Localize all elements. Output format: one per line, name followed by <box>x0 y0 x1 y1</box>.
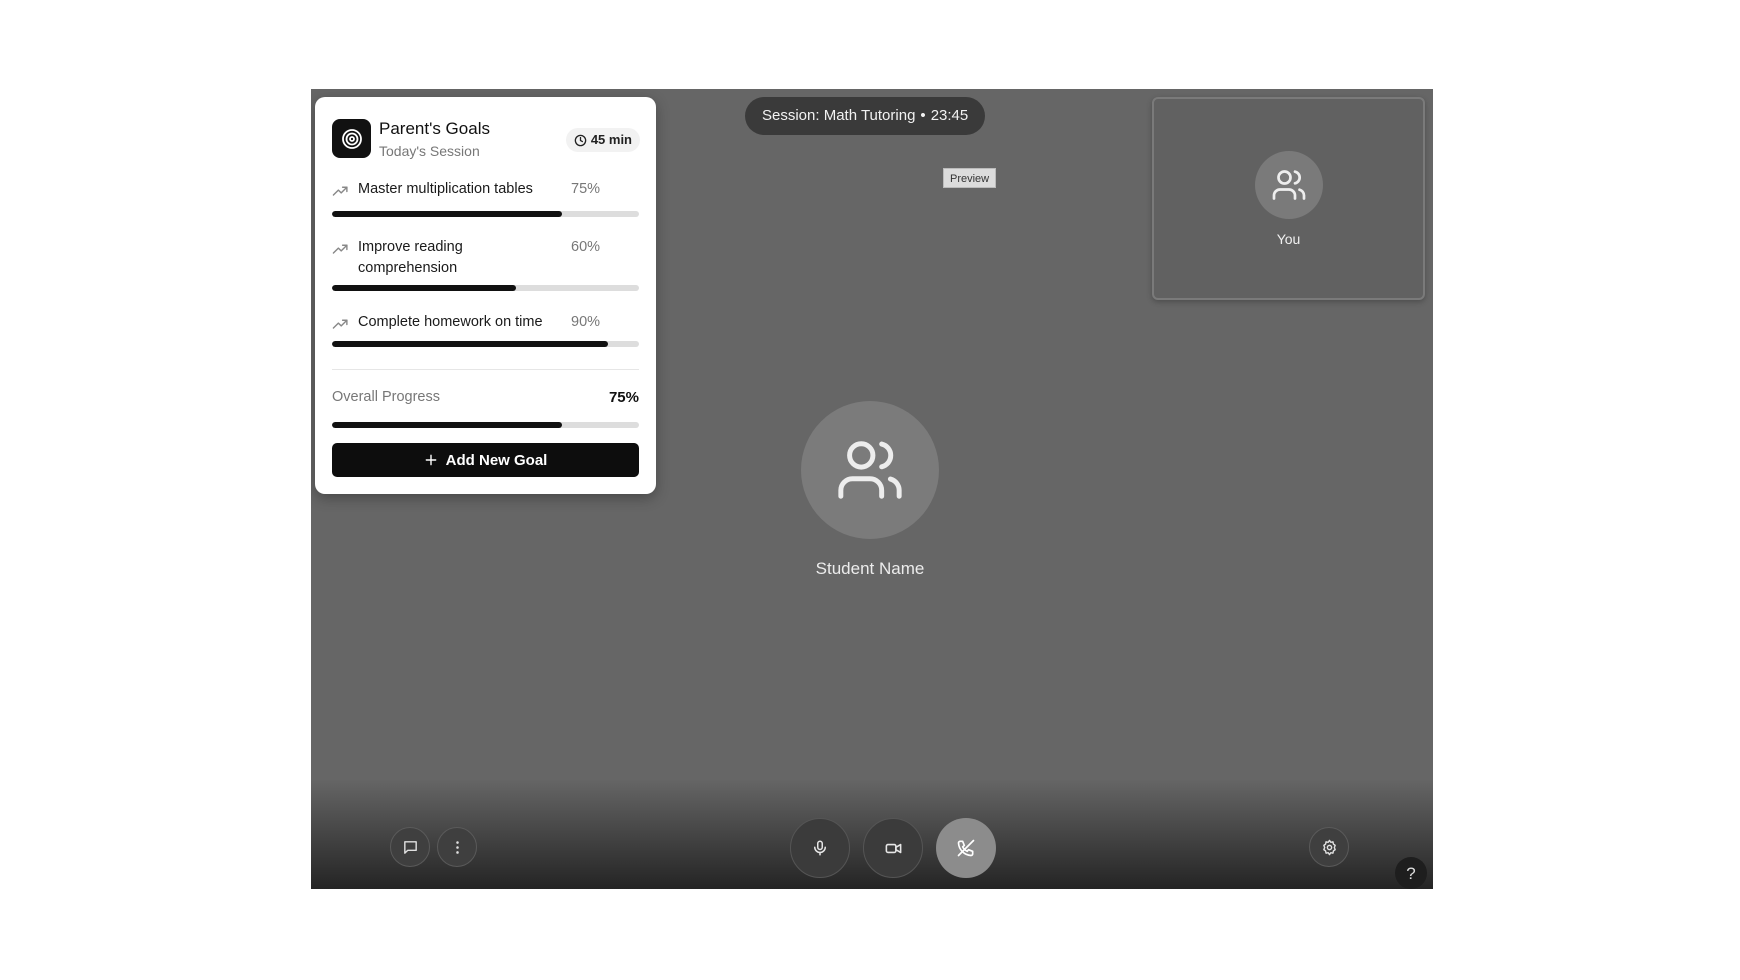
end-call-button[interactable] <box>936 818 996 878</box>
session-title: Session: Math Tutoring <box>762 107 916 124</box>
goal-progress-bar <box>332 341 639 347</box>
goal-progress-fill <box>332 341 609 347</box>
plus-icon <box>425 454 437 466</box>
trending-up-icon <box>332 319 348 329</box>
goal-progress-fill <box>332 211 563 217</box>
goal-progress-fill <box>332 285 517 291</box>
goal-item[interactable]: Improve reading comprehension 60% <box>332 239 639 295</box>
student-avatar <box>801 401 939 539</box>
self-video-tile[interactable]: You <box>1152 97 1425 300</box>
more-options-button[interactable] <box>437 827 477 867</box>
settings-button[interactable] <box>1309 827 1349 867</box>
overall-progress-percent: 75% <box>608 389 639 406</box>
duration-text: 45 min <box>590 132 632 147</box>
add-new-goal-label: Add New Goal <box>445 451 548 469</box>
more-vertical-icon <box>455 840 459 854</box>
chat-icon <box>403 840 417 854</box>
self-avatar <box>1255 151 1323 219</box>
target-logo <box>332 119 371 158</box>
goal-label: Improve reading comprehension <box>358 239 463 276</box>
users-icon <box>838 441 902 499</box>
goal-percent: 75% <box>571 181 601 197</box>
overall-progress-label: Overall Progress <box>332 389 440 405</box>
goal-progress-bar <box>332 211 639 217</box>
chat-button[interactable] <box>390 827 430 867</box>
gear-icon <box>1322 839 1336 855</box>
trending-up-icon <box>332 244 348 254</box>
goal-percent: 90% <box>571 314 601 330</box>
target-icon <box>341 128 362 149</box>
session-timer: 23:45 <box>930 107 969 124</box>
help-button[interactable]: ? <box>1395 857 1427 889</box>
end-call-icon <box>957 839 975 857</box>
users-icon <box>1272 170 1306 200</box>
parents-goals-panel: Parent's Goals Today's Session 45 min Ma… <box>315 97 656 494</box>
panel-subtitle: Today's Session <box>379 143 480 159</box>
goal-progress-bar <box>332 285 639 291</box>
overall-progress-bar <box>332 422 639 428</box>
trending-up-icon <box>332 186 348 196</box>
goal-item[interactable]: Master multiplication tables 75% <box>332 181 639 221</box>
clock-icon <box>574 134 587 146</box>
camera-button[interactable] <box>863 818 923 878</box>
goal-label: Complete homework on time <box>358 314 543 330</box>
duration-badge: 45 min <box>565 128 640 152</box>
session-separator: • <box>920 107 926 124</box>
goal-label: Master multiplication tables <box>358 181 533 197</box>
self-label: You <box>1276 231 1301 247</box>
goal-percent: 60% <box>571 239 601 255</box>
video-camera-icon <box>885 843 901 853</box>
session-status-pill: Session: Math Tutoring • 23:45 <box>745 97 986 135</box>
microphone-button[interactable] <box>790 818 850 878</box>
student-name: Student Name <box>815 559 925 578</box>
overall-progress-fill <box>332 422 563 428</box>
panel-divider <box>332 369 639 370</box>
panel-title: Parent's Goals <box>379 119 490 138</box>
microphone-icon <box>814 840 826 856</box>
goal-item[interactable]: Complete homework on time 90% <box>332 314 639 354</box>
add-new-goal-button[interactable]: Add New Goal <box>332 443 639 477</box>
video-call-stage: Session: Math Tutoring • 23:45 Preview You… <box>311 89 1433 889</box>
preview-tag: Preview <box>943 168 997 188</box>
